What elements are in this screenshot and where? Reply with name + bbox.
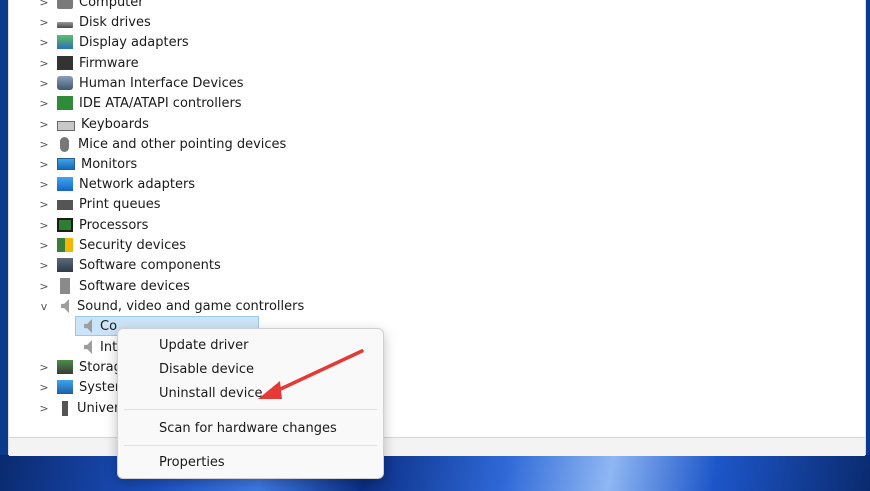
monitor-icon xyxy=(57,158,75,170)
chevron-right-icon[interactable]: > xyxy=(37,198,51,211)
speaker-icon xyxy=(84,319,92,333)
tree-item-ide[interactable]: > IDE ATA/ATAPI controllers xyxy=(37,93,242,113)
tree-item-label: Print queues xyxy=(79,196,161,212)
tree-item-sound[interactable]: v Sound, video and game controllers xyxy=(37,296,305,316)
usb-icon xyxy=(62,400,68,416)
tree-item-label: Keyboards xyxy=(81,116,149,132)
chevron-right-icon[interactable]: > xyxy=(37,280,51,293)
chevron-right-icon[interactable]: > xyxy=(37,57,51,70)
tree-item-keyboards[interactable]: > Keyboards xyxy=(37,114,149,134)
annotation-arrow xyxy=(258,349,364,399)
menu-item-properties[interactable]: Properties xyxy=(159,455,225,470)
mouse-icon xyxy=(60,136,69,152)
chevron-down-icon[interactable]: v xyxy=(37,300,51,313)
menu-separator xyxy=(124,445,377,446)
network-adapter-icon xyxy=(57,177,73,191)
processor-icon xyxy=(57,218,73,232)
tree-item-software-components[interactable]: > Software components xyxy=(37,255,221,275)
tree-item-firmware[interactable]: > Firmware xyxy=(37,53,139,73)
chevron-right-icon[interactable]: > xyxy=(37,219,51,232)
tree-item-security[interactable]: > Security devices xyxy=(37,235,186,255)
chevron-right-icon[interactable]: > xyxy=(37,158,51,171)
chevron-right-icon[interactable]: > xyxy=(37,178,51,191)
tree-item-label: Processors xyxy=(79,217,149,233)
menu-item-update-driver[interactable]: Update driver xyxy=(159,338,248,353)
ide-controller-icon xyxy=(57,96,73,110)
keyboard-icon xyxy=(57,120,75,131)
chevron-right-icon[interactable]: > xyxy=(37,259,51,272)
display-adapter-icon xyxy=(57,35,73,49)
hid-icon xyxy=(57,76,73,90)
tree-item-label: Network adapters xyxy=(79,176,196,192)
tree-item-label: Display adapters xyxy=(79,34,189,50)
tree-item-hid[interactable]: > Human Interface Devices xyxy=(37,73,244,93)
security-device-icon xyxy=(57,238,73,252)
tree-item-computer[interactable]: > Computer xyxy=(37,0,144,12)
tree-item-display-adapters[interactable]: > Display adapters xyxy=(37,32,189,52)
tree-item-storage[interactable]: > Storag xyxy=(37,357,122,377)
tree-item-mice[interactable]: > Mice and other pointing devices xyxy=(37,134,286,154)
menu-separator xyxy=(124,409,377,410)
tree-item-software-devices[interactable]: > Software devices xyxy=(37,276,190,296)
firmware-icon xyxy=(57,56,73,70)
tree-item-label: Mice and other pointing devices xyxy=(78,136,287,152)
menu-item-uninstall-device[interactable]: Uninstall device xyxy=(159,386,263,401)
tree-item-sound-child-2[interactable]: Int xyxy=(80,337,117,357)
tree-item-label: Univer xyxy=(77,400,120,416)
chevron-right-icon[interactable]: > xyxy=(37,77,51,90)
chevron-right-icon[interactable]: > xyxy=(37,239,51,252)
tree-item-processors[interactable]: > Processors xyxy=(37,215,148,235)
tree-item-label: Sound, video and game controllers xyxy=(77,298,305,314)
tree-item-network[interactable]: > Network adapters xyxy=(37,174,195,194)
software-device-icon xyxy=(60,278,70,294)
chevron-right-icon[interactable]: > xyxy=(37,118,51,131)
tree-item-label: Monitors xyxy=(81,156,138,172)
tree-item-label: IDE ATA/ATAPI controllers xyxy=(79,95,242,111)
tree-item-label: Co xyxy=(100,318,118,334)
tree-item-label: Firmware xyxy=(79,55,139,71)
tree-item-label: Security devices xyxy=(79,237,186,253)
chevron-right-icon[interactable]: > xyxy=(37,402,51,415)
tree-item-usb[interactable]: > Univer xyxy=(37,398,119,418)
tree-item-disk-drives[interactable]: > Disk drives xyxy=(37,12,151,32)
tree-item-label: Computer xyxy=(79,0,144,10)
tree-item-label: Software components xyxy=(79,257,221,273)
chevron-right-icon[interactable]: > xyxy=(37,36,51,49)
menu-item-scan-hardware[interactable]: Scan for hardware changes xyxy=(159,421,337,436)
chevron-right-icon[interactable]: > xyxy=(37,0,51,9)
chevron-right-icon[interactable]: > xyxy=(37,381,51,394)
printer-icon xyxy=(57,200,73,210)
chevron-right-icon[interactable]: > xyxy=(37,361,51,374)
tree-item-monitors[interactable]: > Monitors xyxy=(37,154,137,174)
system-device-icon xyxy=(57,380,73,394)
speaker-icon xyxy=(84,340,92,354)
tree-item-label: Software devices xyxy=(79,278,190,294)
chevron-right-icon[interactable]: > xyxy=(37,138,51,151)
tree-item-label: Storag xyxy=(79,359,122,375)
tree-item-label: Human Interface Devices xyxy=(79,75,244,91)
chevron-right-icon[interactable]: > xyxy=(37,97,51,110)
tree-item-label: Disk drives xyxy=(79,14,151,30)
chevron-right-icon[interactable]: > xyxy=(37,16,51,29)
tree-item-system[interactable]: > System xyxy=(37,377,127,397)
software-component-icon xyxy=(57,258,73,272)
speaker-icon xyxy=(61,299,69,313)
disk-drive-icon xyxy=(57,22,73,28)
menu-item-disable-device[interactable]: Disable device xyxy=(159,362,254,377)
tree-item-print-queues[interactable]: > Print queues xyxy=(37,194,161,214)
tree-item-label: Int xyxy=(100,339,118,355)
storage-icon xyxy=(57,360,73,374)
computer-icon xyxy=(57,0,73,9)
